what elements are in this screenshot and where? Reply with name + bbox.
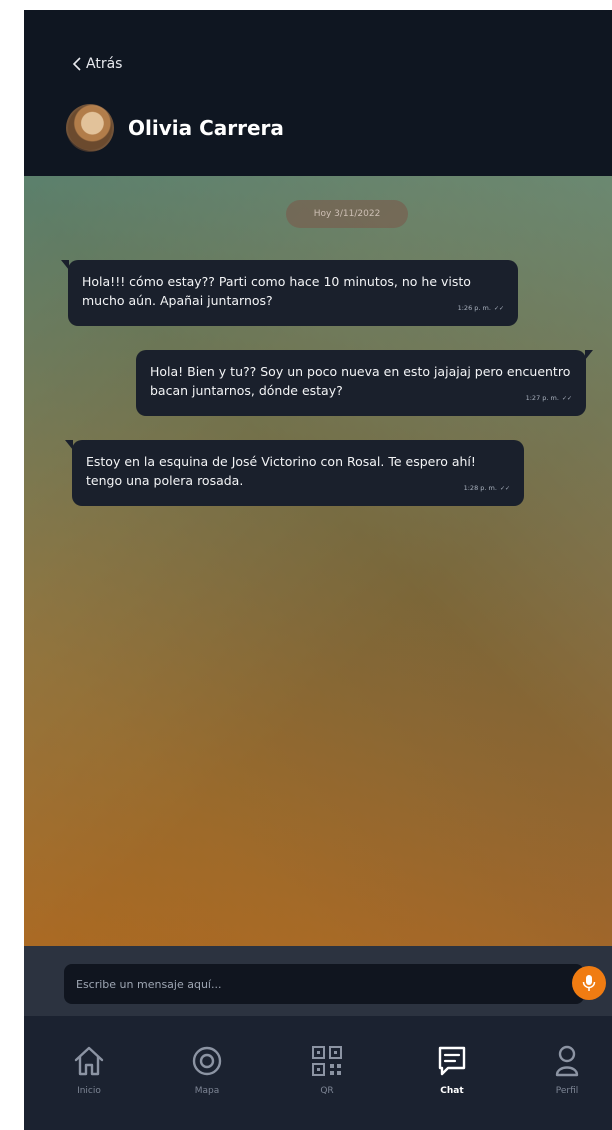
back-label: Atrás xyxy=(86,56,123,72)
home-icon xyxy=(74,1046,104,1076)
nav-label: Chat xyxy=(440,1086,464,1096)
bottom-nav: Inicio Mapa QR Chat Perfil xyxy=(24,1016,612,1130)
chat-icon xyxy=(438,1046,466,1076)
nav-label: Inicio xyxy=(77,1086,101,1096)
message-outgoing[interactable]: Hola! Bien y tu?? Soy un poco nueva en e… xyxy=(136,350,593,416)
microphone-icon xyxy=(582,975,596,991)
message-list[interactable]: Hoy 3/11/2022 Hola!!! cómo estay?? Parti… xyxy=(24,176,612,946)
message-incoming[interactable]: Hola!!! cómo estay?? Parti como hace 10 … xyxy=(61,260,518,326)
read-receipt-icon: ✓✓ xyxy=(561,395,572,402)
nav-label: Mapa xyxy=(194,1086,220,1096)
nav-label: QR xyxy=(320,1086,334,1096)
nav-item-inicio[interactable]: Inicio xyxy=(54,1044,124,1096)
chat-screen: Atrás Olivia Carrera Hoy 3/11/2022 Hola!… xyxy=(24,10,612,1130)
microphone-button[interactable] xyxy=(572,966,606,1000)
read-receipt-icon: ✓✓ xyxy=(499,485,510,492)
qr-code-icon xyxy=(312,1046,342,1076)
message-input[interactable]: Escribe un mensaje aquí... xyxy=(64,964,584,1004)
date-separator: Hoy 3/11/2022 xyxy=(286,200,408,228)
target-icon xyxy=(192,1046,222,1076)
message-text: Hola!!! cómo estay?? Parti como hace 10 … xyxy=(82,274,471,308)
avatar[interactable] xyxy=(66,104,114,152)
bubble-tail xyxy=(65,440,73,450)
contact-name[interactable]: Olivia Carrera xyxy=(128,116,284,140)
message-text: Hola! Bien y tu?? Soy un poco nueva en e… xyxy=(150,364,571,398)
message-text: Estoy en la esquina de José Victorino co… xyxy=(86,454,476,488)
message-meta: 1:26 p. m. ✓✓ xyxy=(458,299,504,318)
back-button[interactable]: Atrás xyxy=(72,56,122,72)
message-time: 1:28 p. m. xyxy=(463,484,497,492)
message-meta: 1:27 p. m. ✓✓ xyxy=(526,389,572,408)
read-receipt-icon: ✓✓ xyxy=(493,305,504,312)
nav-item-qr[interactable]: QR xyxy=(292,1044,362,1096)
nav-label: Perfil xyxy=(555,1086,579,1096)
message-incoming[interactable]: Estoy en la esquina de José Victorino co… xyxy=(65,440,524,506)
bubble-tail xyxy=(61,260,69,270)
bubble-tail xyxy=(585,350,593,360)
chevron-left-icon xyxy=(72,57,81,71)
composer-bar: Escribe un mensaje aquí... xyxy=(24,946,612,1016)
nav-item-perfil[interactable]: Perfil xyxy=(532,1044,602,1096)
message-time: 1:26 p. m. xyxy=(457,304,491,312)
message-time: 1:27 p. m. xyxy=(525,394,559,402)
user-icon xyxy=(555,1045,579,1077)
message-meta: 1:28 p. m. ✓✓ xyxy=(464,479,510,498)
chat-header: Atrás Olivia Carrera xyxy=(24,10,612,176)
nav-item-mapa[interactable]: Mapa xyxy=(172,1044,242,1096)
nav-item-chat[interactable]: Chat xyxy=(417,1044,487,1096)
